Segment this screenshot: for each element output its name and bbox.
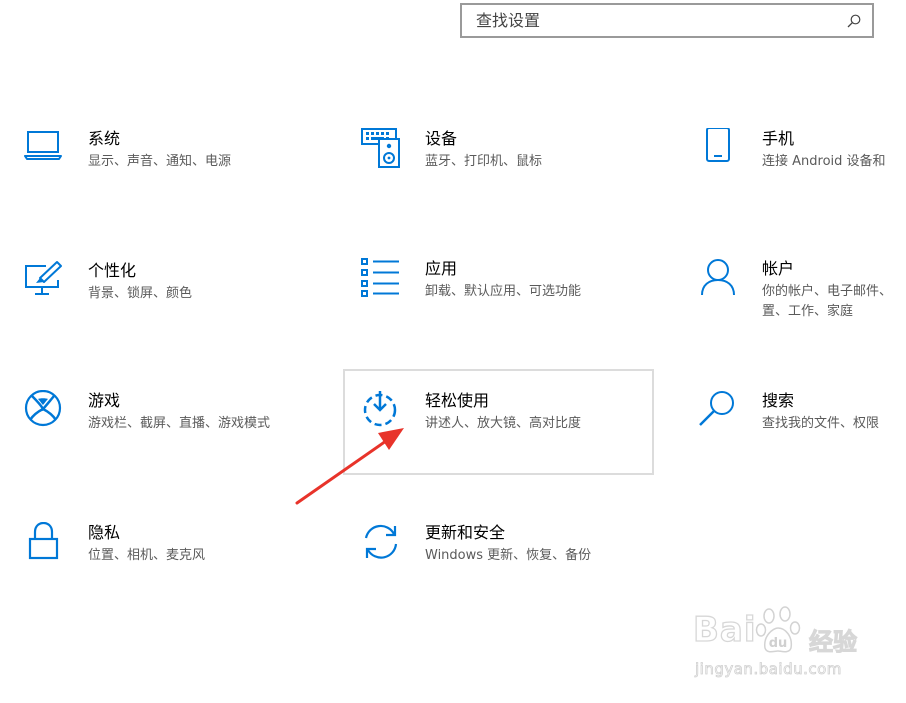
tile-accounts[interactable]: 帐户 你的帐户、电子邮件、 置、工作、家庭 bbox=[698, 258, 906, 338]
apps-list-icon bbox=[361, 258, 399, 297]
phone-icon bbox=[706, 128, 730, 162]
settings-search-box[interactable] bbox=[460, 3, 874, 38]
tile-ease-of-access[interactable]: 轻松使用 讲述人、放大镜、高对比度 bbox=[361, 390, 661, 470]
tile-title: 隐私 bbox=[88, 523, 121, 542]
watermark-url: jingyan.baidu.com bbox=[695, 660, 842, 679]
tile-system[interactable]: 系统 显示、声音、通知、电源 bbox=[24, 128, 324, 208]
tile-description: Windows 更新、恢复、备份 bbox=[425, 548, 592, 563]
person-icon bbox=[701, 259, 735, 296]
tile-personalization[interactable]: 个性化 背景、锁屏、颜色 bbox=[24, 260, 324, 340]
tile-description: 位置、相机、麦克风 bbox=[88, 548, 206, 563]
svg-text:du: du bbox=[769, 636, 788, 651]
tile-title: 帐户 bbox=[762, 259, 795, 278]
tile-title: 游戏 bbox=[88, 391, 121, 410]
tile-title: 更新和安全 bbox=[425, 523, 506, 542]
tile-privacy[interactable]: 隐私 位置、相机、麦克风 bbox=[24, 522, 324, 602]
sync-icon bbox=[364, 524, 398, 559]
tile-description: 查找我的文件、权限 bbox=[762, 416, 880, 431]
search-input[interactable] bbox=[462, 5, 842, 36]
tile-description: 你的帐户、电子邮件、 置、工作、家庭 bbox=[762, 284, 893, 319]
tile-description: 连接 Android 设备和 bbox=[762, 154, 886, 169]
tile-description: 背景、锁屏、颜色 bbox=[88, 286, 193, 301]
watermark-brand: Bai bbox=[692, 609, 757, 650]
tile-search[interactable]: 搜索 查找我的文件、权限 bbox=[698, 390, 906, 470]
tile-description: 讲述人、放大镜、高对比度 bbox=[425, 416, 582, 431]
xbox-icon bbox=[24, 390, 62, 427]
baidu-watermark: Bai du 经验 jingyan.baidu.com bbox=[692, 604, 863, 694]
search-icon[interactable] bbox=[846, 13, 862, 29]
tile-description: 蓝牙、打印机、鼠标 bbox=[425, 154, 543, 169]
tile-devices[interactable]: 设备 蓝牙、打印机、鼠标 bbox=[361, 128, 661, 208]
tile-gaming[interactable]: 游戏 游戏栏、截屏、直播、游戏模式 bbox=[24, 390, 324, 470]
laptop-icon bbox=[24, 131, 62, 160]
keyboard-speaker-icon bbox=[361, 128, 400, 168]
tile-title: 轻松使用 bbox=[425, 391, 490, 410]
tile-phone[interactable]: 手机 连接 Android 设备和 bbox=[698, 128, 906, 208]
watermark-jingyan: 经验 bbox=[809, 628, 858, 657]
tile-apps[interactable]: 应用 卸载、默认应用、可选功能 bbox=[361, 258, 661, 338]
magnifier-icon bbox=[699, 391, 734, 426]
baidu-paw-icon: du bbox=[755, 606, 801, 653]
tile-update-security[interactable]: 更新和安全 Windows 更新、恢复、备份 bbox=[361, 522, 661, 602]
tile-title: 系统 bbox=[88, 129, 121, 148]
tile-title: 搜索 bbox=[762, 391, 795, 410]
tile-title: 设备 bbox=[425, 129, 458, 148]
lock-icon bbox=[28, 522, 59, 560]
tile-description: 显示、声音、通知、电源 bbox=[88, 154, 232, 169]
tile-title: 应用 bbox=[425, 259, 458, 278]
tile-description: 卸载、默认应用、可选功能 bbox=[425, 284, 582, 299]
paint-monitor-icon bbox=[25, 261, 62, 295]
tile-description: 游戏栏、截屏、直播、游戏模式 bbox=[88, 416, 271, 431]
ease-of-access-icon bbox=[363, 391, 397, 427]
tile-title: 个性化 bbox=[88, 261, 137, 280]
tile-title: 手机 bbox=[762, 129, 795, 148]
